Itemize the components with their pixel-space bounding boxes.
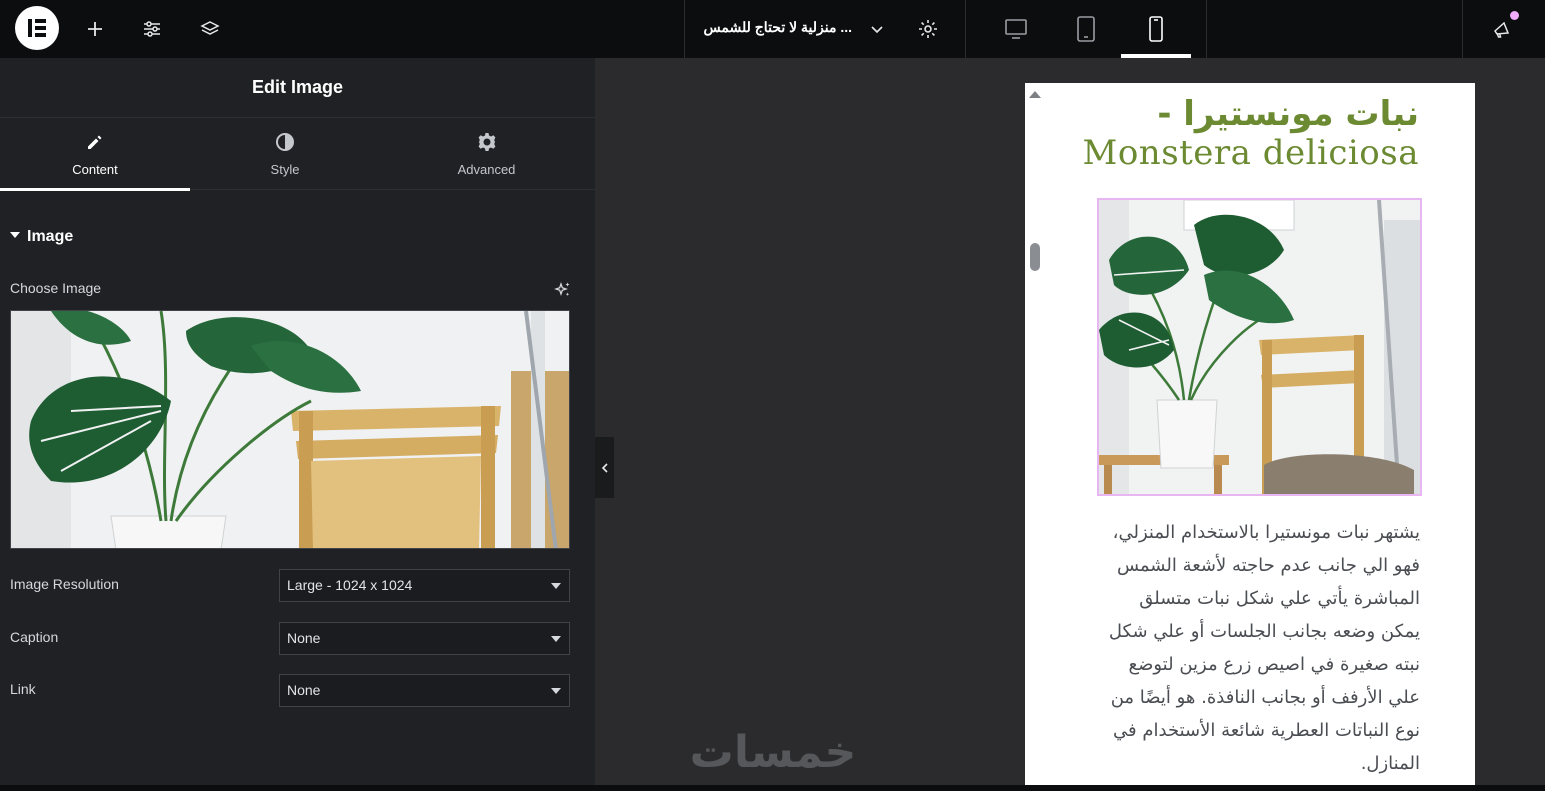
megaphone-icon (1494, 21, 1510, 38)
watermark-logo: خمسات (689, 727, 857, 778)
image-picker[interactable] (10, 310, 570, 549)
link-label: Link (10, 681, 36, 697)
tab-advanced-label: Advanced (457, 162, 516, 177)
image-resolution-select[interactable]: Large - 1024 x 1024 (279, 569, 570, 602)
page-settings-button[interactable] (913, 14, 943, 44)
monstera-image (11, 311, 569, 548)
caption-label: Caption (10, 629, 59, 645)
desktop-view-button[interactable] (1001, 14, 1031, 44)
preview-scrollbar[interactable] (1030, 243, 1040, 271)
link-value: None (287, 682, 321, 698)
tab-content-label: Content (72, 162, 118, 177)
tab-style-label: Style (270, 162, 300, 177)
caret-down-icon (551, 688, 561, 694)
layers-icon (200, 21, 220, 35)
caret-down-icon (551, 636, 561, 642)
plus-icon (88, 22, 102, 36)
monstera-preview-image (1099, 200, 1420, 494)
tab-advanced[interactable]: Advanced (390, 118, 583, 190)
collapse-panel-button[interactable] (595, 437, 614, 498)
link-select[interactable]: None (279, 674, 570, 707)
tablet-icon (1077, 16, 1095, 42)
divider (684, 0, 685, 58)
divider (965, 0, 966, 58)
pencil-icon (88, 135, 102, 149)
preview-heading-arabic[interactable]: نبات مونستيرا - (1025, 95, 1419, 133)
sliders-icon (144, 21, 160, 37)
notification-dot (1510, 11, 1519, 20)
caption-select[interactable]: None (279, 622, 570, 655)
caption-value: None (287, 630, 321, 646)
image-resolution-label: Image Resolution (10, 576, 119, 592)
chevron-down-icon (871, 26, 883, 34)
bottom-border (0, 785, 1545, 791)
chevron-left-icon (601, 462, 608, 473)
top-bar: ... منزلية لا تحتاج للشمس (0, 0, 1545, 58)
panel-title: Edit Image (0, 58, 595, 118)
ai-sparkle-icon[interactable] (554, 281, 572, 299)
section-title: Image (27, 228, 74, 245)
choose-image-label: Choose Image (10, 280, 102, 296)
caret-down-icon (551, 583, 561, 589)
active-device-indicator (1121, 54, 1191, 58)
elementor-logo-icon (28, 19, 46, 37)
panel-tabs: Content Style Advanced (0, 118, 595, 191)
preview-paragraph[interactable]: يشتهر نبات مونستيرا بالاستخدام المنزلي، … (1107, 516, 1420, 780)
mobile-view-button[interactable] (1141, 14, 1171, 44)
document-menu-button[interactable] (862, 14, 892, 44)
divider (1462, 0, 1463, 58)
document-title[interactable]: ... منزلية لا تحتاج للشمس (700, 19, 852, 36)
tablet-view-button[interactable] (1071, 14, 1101, 44)
structure-button[interactable] (195, 14, 225, 44)
elementor-logo-button[interactable] (15, 6, 59, 50)
desktop-icon (1005, 19, 1027, 39)
preview-image-widget[interactable] (1097, 198, 1422, 496)
tab-style[interactable]: Style (190, 118, 380, 190)
preview-canvas: نبات مونستيرا - Monstera deliciosa يشتهر… (1025, 83, 1475, 785)
mobile-icon (1149, 16, 1163, 42)
gear-icon (919, 20, 937, 38)
scroll-up-arrow-icon[interactable] (1029, 91, 1041, 98)
image-section-toggle[interactable]: Image (10, 228, 73, 246)
tab-content[interactable]: Content (0, 118, 190, 191)
caret-down-icon (10, 231, 20, 238)
editor-panel: Edit Image Content Style Advanced Image … (0, 58, 595, 785)
site-settings-button[interactable] (137, 14, 167, 44)
add-element-button[interactable] (80, 14, 110, 44)
half-circle-icon (276, 133, 294, 151)
divider (1206, 0, 1207, 58)
preview-heading-latin[interactable]: Monstera deliciosa (1025, 133, 1419, 173)
gear-icon (478, 133, 495, 151)
image-resolution-value: Large - 1024 x 1024 (287, 577, 413, 593)
